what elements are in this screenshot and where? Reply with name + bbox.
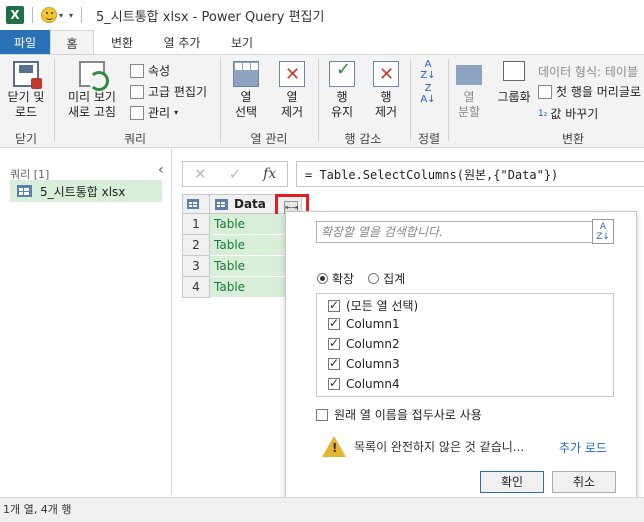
- choose-columns-button[interactable]: 열 선택: [226, 61, 266, 120]
- confirm-formula-icon[interactable]: ✓: [218, 165, 253, 183]
- ribbon-divider: [448, 59, 449, 141]
- checkbox[interactable]: [328, 336, 340, 350]
- keep-rows-button[interactable]: 행 유지: [322, 61, 362, 120]
- tab-file[interactable]: 파일: [0, 30, 50, 54]
- manage-button[interactable]: 관리 ▾: [130, 104, 178, 121]
- table-icon: [17, 185, 32, 197]
- remove-rows-icon: [373, 61, 399, 87]
- title-separator: [32, 7, 33, 23]
- manage-icon: [130, 105, 144, 120]
- queries-pane: 쿼리 [1] ‹ 5_시트통합 xlsx: [0, 149, 172, 495]
- group-label-sort: 정렬: [417, 132, 441, 146]
- radio-aggregate-label: 집계: [383, 272, 406, 286]
- refresh-preview-button[interactable]: 미리 보기 새로 고침: [60, 61, 124, 120]
- smiley-dropdown-icon[interactable]: ▾: [59, 11, 63, 20]
- close-and-load-button[interactable]: 닫기 및 로드: [4, 61, 48, 120]
- radio-aggregate[interactable]: [368, 273, 380, 284]
- tab-home[interactable]: 홈: [50, 30, 94, 55]
- ribbon-home: 닫기 및 로드 닫기 미리 보기 새로 고침 속성 고급 편집기 관리 ▾ 쿼리 …: [0, 54, 644, 148]
- remove-columns-icon: [279, 61, 305, 87]
- group-by-icon: [503, 61, 525, 81]
- column-search-input[interactable]: 확장할 열을 검색합니다.: [316, 221, 614, 243]
- properties-icon: [130, 63, 144, 78]
- group-label-query: 쿼리: [123, 132, 147, 146]
- sort-descending-button[interactable]: Z A↓: [418, 83, 438, 105]
- row-number[interactable]: 3: [182, 256, 210, 277]
- table-type-icon: [215, 198, 228, 210]
- load-more-link[interactable]: 추가 로드: [559, 439, 607, 456]
- advanced-editor-icon: [130, 84, 144, 99]
- table-menu-icon[interactable]: [182, 194, 210, 214]
- remove-rows-button[interactable]: 행 제거: [366, 61, 406, 120]
- cancel-button[interactable]: 취소: [552, 471, 616, 493]
- checkbox[interactable]: [328, 298, 340, 312]
- warning-icon: [322, 436, 346, 457]
- quick-access-dropdown-icon[interactable]: ▾: [69, 11, 73, 20]
- radio-expand[interactable]: [317, 273, 328, 284]
- first-row-header-icon: [538, 84, 552, 99]
- checkbox-column2[interactable]: Column2: [328, 336, 400, 351]
- remove-columns-button[interactable]: 열 제거: [272, 61, 312, 120]
- checkbox[interactable]: [328, 316, 340, 330]
- title-separator-2: [81, 7, 83, 23]
- ribbon-divider: [410, 59, 411, 141]
- excel-app-icon: X: [6, 6, 24, 24]
- ribbon-tabs: 파일 홈 변환 열 추가 보기: [0, 30, 644, 55]
- close-load-icon: [13, 61, 42, 89]
- collapse-pane-icon[interactable]: ‹: [158, 162, 164, 178]
- column-checkbox-list: (모든 열 선택) Column1 Column2 Column3 Column…: [316, 293, 614, 397]
- checkbox[interactable]: [328, 356, 340, 370]
- sort-columns-icon[interactable]: A Z↓: [592, 219, 614, 244]
- query-item[interactable]: 5_시트통합 xlsx: [10, 180, 162, 202]
- ribbon-divider: [318, 59, 319, 141]
- insert-function-icon[interactable]: fx: [252, 166, 287, 182]
- formula-input[interactable]: = Table.SelectColumns(원본,{"Data"}): [296, 161, 644, 187]
- replace-values-icon: 1₂: [538, 108, 548, 119]
- tab-view[interactable]: 보기: [218, 30, 266, 54]
- advanced-editor-button[interactable]: 고급 편집기: [130, 83, 207, 100]
- ok-button[interactable]: 확인: [480, 471, 544, 493]
- group-by-button[interactable]: 그룹화: [494, 61, 534, 105]
- group-label-row-reduce: 행 감소: [344, 132, 382, 146]
- prefix-checkbox[interactable]: [316, 408, 328, 421]
- checkbox[interactable]: [328, 376, 340, 390]
- row-number[interactable]: 4: [182, 277, 210, 298]
- window-title: 5_시트통합 xlsx - Power Query 편집기: [96, 9, 325, 25]
- ribbon-divider: [54, 59, 55, 141]
- properties-button[interactable]: 속성: [130, 62, 170, 79]
- group-label-column-management: 열 관리: [250, 132, 288, 146]
- group-label-close: 닫기: [14, 132, 38, 146]
- cancel-formula-icon[interactable]: ✕: [183, 165, 218, 183]
- split-column-icon: [456, 61, 482, 87]
- radio-expand-label: 확장: [332, 272, 355, 286]
- prefix-option[interactable]: 원래 열 이름을 접두사로 사용: [316, 406, 482, 423]
- first-row-header-button[interactable]: 첫 행을 머리글로: [538, 83, 641, 100]
- title-bar: X ▾ ▾ 5_시트통합 xlsx - Power Query 편집기: [0, 0, 644, 30]
- feedback-smiley-icon[interactable]: [41, 7, 57, 23]
- replace-values-button[interactable]: 1₂ 값 바꾸기: [538, 105, 598, 122]
- status-bar: 1개 열, 4개 행: [0, 497, 644, 522]
- row-number[interactable]: 2: [182, 235, 210, 256]
- checkbox-column3[interactable]: Column3: [328, 356, 400, 371]
- tab-transform[interactable]: 변환: [98, 30, 146, 54]
- expand-mode-options: 확장 집계: [317, 270, 405, 287]
- row-number[interactable]: 1: [182, 214, 210, 235]
- split-column-button[interactable]: 열 분할: [452, 61, 486, 120]
- checkbox-column4[interactable]: Column4: [328, 376, 400, 391]
- expand-columns-popup: 확장할 열을 검색합니다. AZ↓ 확장 집계 (모든 열 선택) Column…: [285, 211, 637, 505]
- checkbox-select-all[interactable]: (모든 열 선택): [328, 297, 418, 314]
- formula-bar-buttons: ✕ ✓ fx: [182, 161, 288, 187]
- refresh-icon: [79, 61, 109, 91]
- data-type-dropdown[interactable]: 데이터 형식: 테이블: [538, 63, 638, 80]
- tab-add-column[interactable]: 열 추가: [150, 30, 214, 54]
- checkbox-column1[interactable]: Column1: [328, 316, 400, 331]
- ribbon-divider: [220, 59, 221, 141]
- choose-columns-icon: [233, 61, 259, 87]
- group-label-transform: 변환: [561, 132, 585, 146]
- keep-rows-icon: [329, 61, 355, 87]
- sort-ascending-button[interactable]: A Z↓: [418, 59, 438, 81]
- incomplete-list-warning: 목록이 완전하지 않은 것 같습니...: [322, 436, 524, 457]
